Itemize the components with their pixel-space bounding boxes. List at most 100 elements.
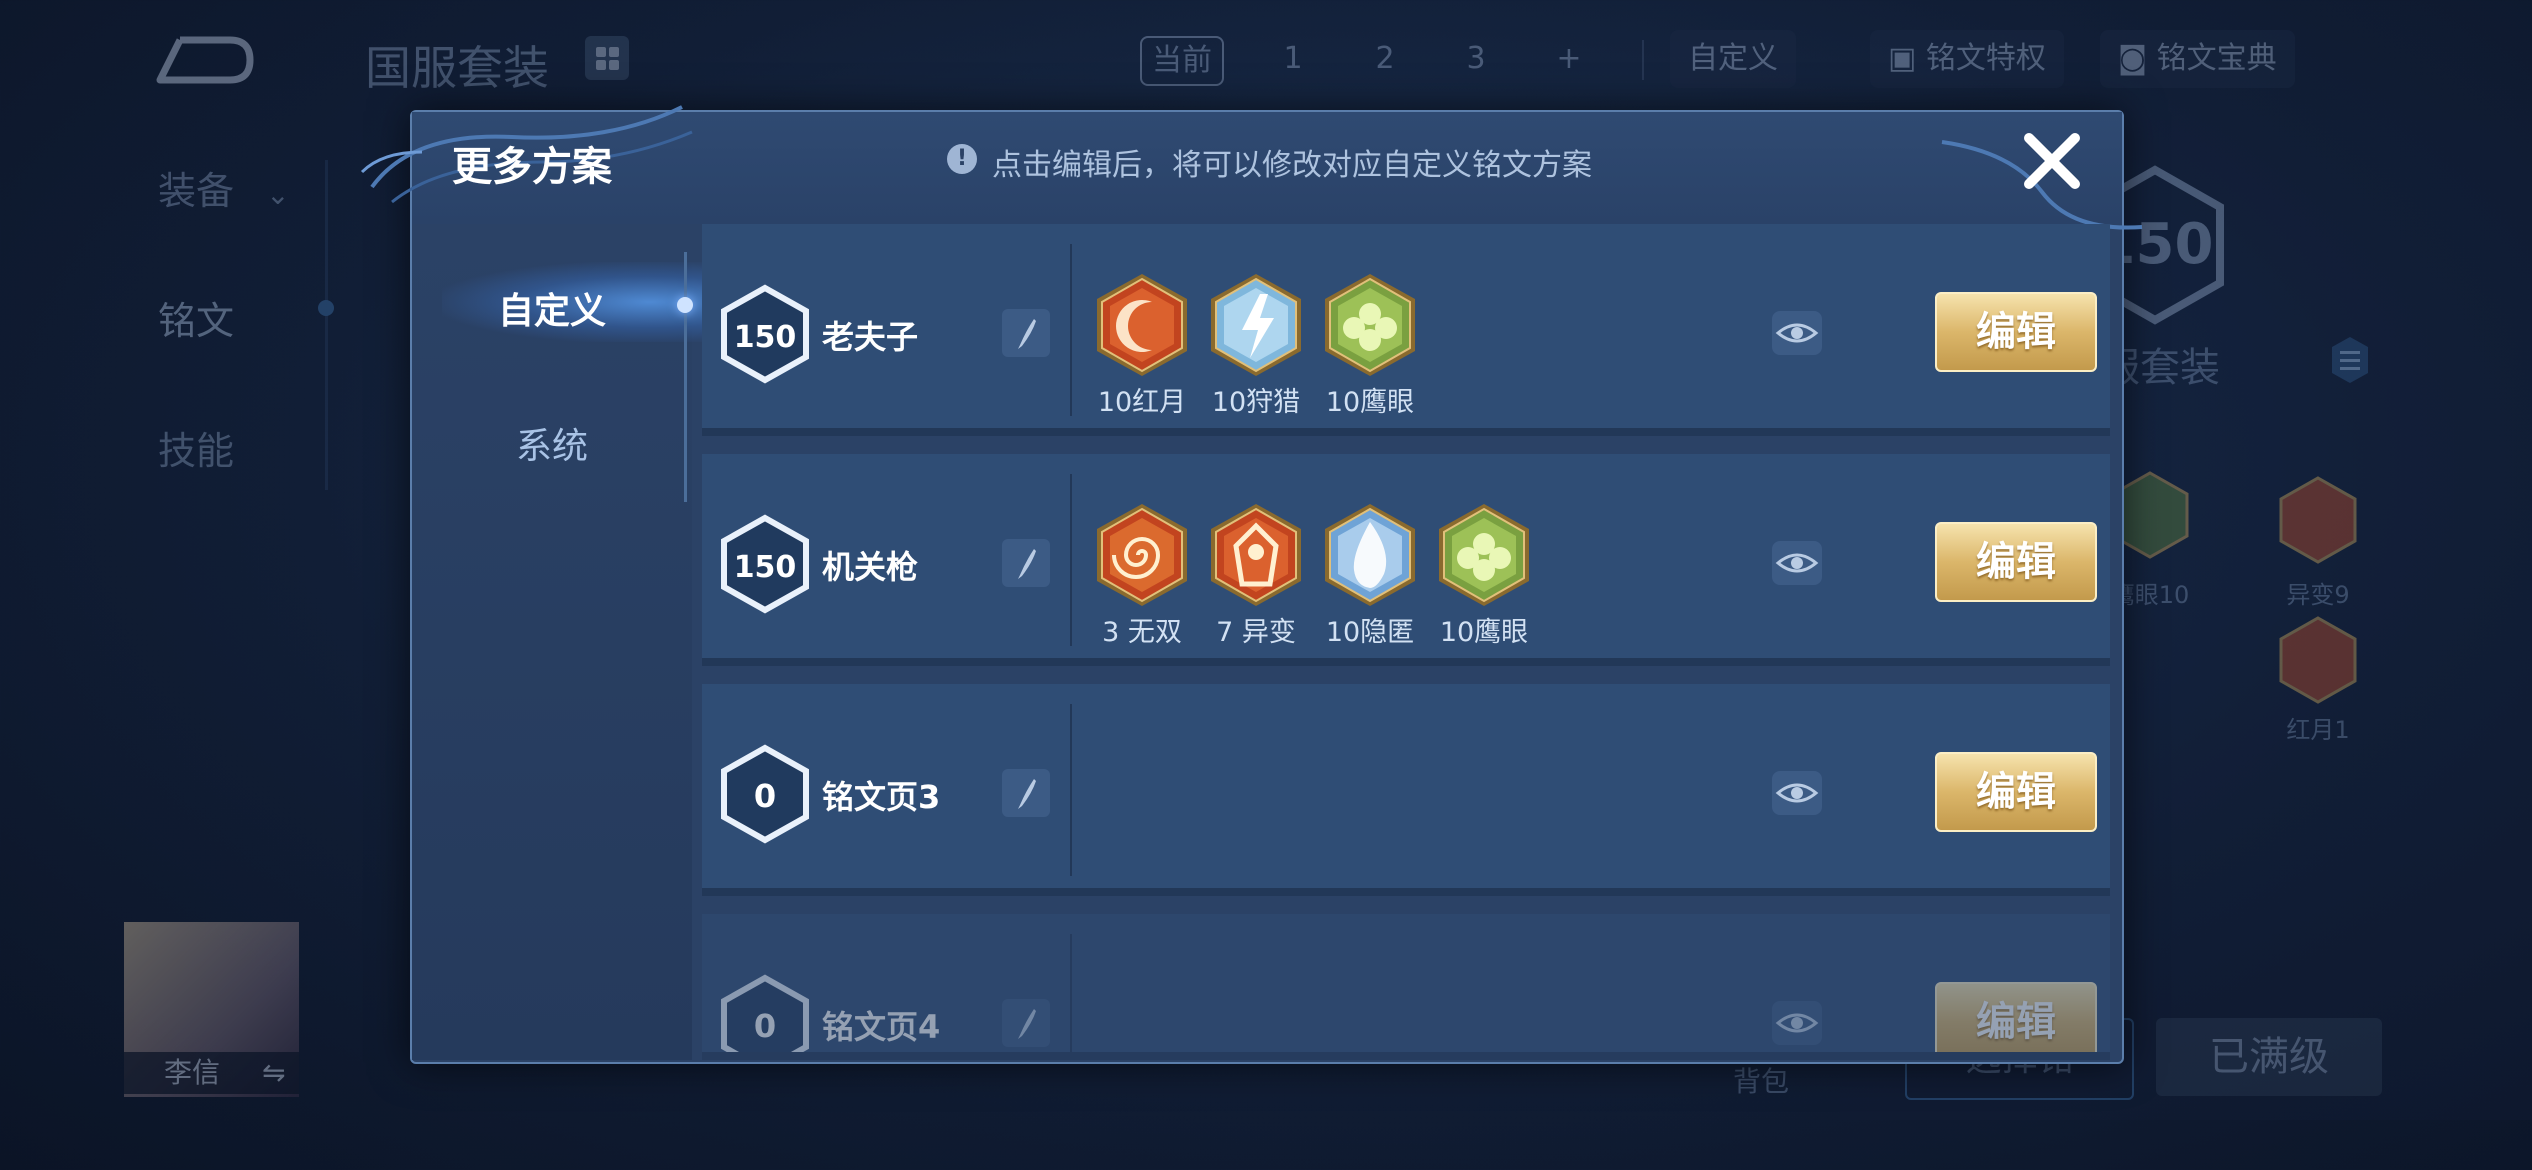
more-plans-modal: 更多方案 ! 点击编辑后，将可以修改对应自定义铭文方案 自定义 系统 150 老…	[360, 105, 2143, 1064]
preview-button[interactable]	[1772, 771, 1822, 815]
guide-button[interactable]: ◙ 铭文宝典	[2100, 30, 2295, 88]
rune-label: 10狩猎	[1211, 387, 1301, 418]
close-icon[interactable]	[2017, 126, 2087, 196]
row-divider	[1070, 474, 1072, 646]
stealth-rune-icon	[1325, 504, 1415, 606]
rename-button[interactable]	[1002, 769, 1050, 817]
info-icon: !	[947, 144, 977, 174]
gift-icon: ▣	[1888, 41, 1926, 76]
rune-label: 10鹰眼	[1439, 617, 1529, 648]
right-rune-label: 红月1	[2286, 716, 2350, 744]
tab-system-plans[interactable]: 系统	[412, 417, 692, 469]
tab-current[interactable]: 当前	[1140, 36, 1224, 86]
peerless-rune-icon	[1097, 504, 1187, 606]
rune-slot[interactable]: 7 异变	[1201, 502, 1311, 649]
edit-button[interactable]: 编辑	[1935, 292, 2097, 372]
plan-level: 150	[734, 550, 797, 585]
row-divider	[1070, 704, 1072, 876]
tab-custom-plans[interactable]: 自定义	[412, 282, 692, 334]
plan-row: 150 老夫子 10红月 10狩猎 10鹰眼 编辑	[702, 224, 2110, 436]
row-divider	[1070, 244, 1072, 416]
tab-divider	[1642, 40, 1644, 80]
tab-add[interactable]: +	[1546, 36, 1592, 82]
mutation-rune-icon	[1211, 504, 1301, 606]
tab-1[interactable]: 1	[1270, 36, 1316, 82]
modal-hint: 点击编辑后，将可以修改对应自定义铭文方案	[992, 148, 1592, 183]
eye-icon	[1775, 553, 1819, 573]
edit-button[interactable]: 编辑	[1935, 982, 2097, 1052]
preview-button[interactable]	[1772, 541, 1822, 585]
rename-button[interactable]	[1002, 999, 1050, 1047]
nav-active-dot	[318, 300, 334, 316]
modal-title: 更多方案	[452, 144, 612, 190]
preview-button[interactable]	[1772, 311, 1822, 355]
privilege-label: 铭文特权	[1925, 41, 2046, 76]
swap-icon[interactable]: ⇋	[262, 1052, 285, 1094]
back-arrow-icon[interactable]	[150, 30, 260, 90]
rename-button[interactable]	[1002, 309, 1050, 357]
plan-name: 老夫子	[822, 318, 919, 356]
eye-icon	[1775, 323, 1819, 343]
rune-slot[interactable]: 10隐匿	[1315, 502, 1425, 649]
guide-label: 铭文宝典	[2156, 41, 2277, 76]
hawk-eye-rune-icon	[1325, 274, 1415, 376]
red-moon-rune-icon	[1097, 274, 1187, 376]
max-level-button[interactable]: 已满级	[2156, 1018, 2382, 1096]
mutation-rune-icon	[2279, 476, 2357, 564]
rune-slot[interactable]: 3 无双	[1087, 502, 1197, 649]
rune-label: 7 异变	[1216, 617, 1296, 648]
rune-label: 10鹰眼	[1325, 387, 1415, 418]
pencil-icon	[1018, 319, 1036, 349]
tab-2[interactable]: 2	[1362, 36, 1408, 82]
level-hex-icon: 150	[721, 514, 809, 614]
plan-level: 0	[754, 777, 776, 815]
pencil-icon	[1018, 549, 1036, 579]
privilege-button[interactable]: ▣ 铭文特权	[1870, 30, 2064, 88]
hawk-eye-rune-icon	[1439, 504, 1529, 606]
eye-icon	[1775, 1013, 1819, 1033]
pencil-icon	[1018, 779, 1036, 809]
plan-name: 铭文页3	[822, 778, 941, 816]
level-hex-icon: 0	[721, 744, 809, 844]
nav-equipment-label: 装备	[158, 169, 235, 213]
level-hex-icon: 150	[721, 284, 809, 384]
plan-row: 0 铭文页4 编辑	[702, 914, 2110, 1060]
right-rune-label: 异变9	[2286, 581, 2350, 609]
book-icon: ◙	[2118, 41, 2157, 76]
tab-3[interactable]: 3	[1453, 36, 1499, 82]
rune-label: 10红月	[1097, 387, 1187, 418]
plan-name: 铭文页4	[822, 1008, 941, 1046]
page-title: 国服套装	[365, 41, 549, 95]
hunt-rune-icon	[1211, 274, 1301, 376]
level-hex-icon: 0	[721, 974, 809, 1052]
menu-icon[interactable]	[2330, 335, 2370, 385]
row-divider	[1070, 934, 1072, 1052]
rune-label: 3 无双	[1102, 617, 1182, 648]
tab-custom[interactable]: 自定义	[1670, 30, 1796, 88]
edit-button[interactable]: 编辑	[1935, 752, 2097, 832]
plan-name: 机关枪	[822, 548, 919, 586]
bag-label[interactable]: 背包	[1733, 1060, 1789, 1100]
rune-slot[interactable]: 10鹰眼	[1429, 502, 1539, 649]
nav-inscription[interactable]: 铭文	[158, 290, 234, 345]
edit-button[interactable]: 编辑	[1935, 522, 2097, 602]
rune-label: 10隐匿	[1325, 617, 1415, 648]
rename-button[interactable]	[1002, 539, 1050, 587]
nav-equipment[interactable]: 装备 ⌄	[158, 160, 290, 215]
grid-view-icon[interactable]	[585, 36, 629, 80]
chevron-down-icon: ⌄	[266, 178, 290, 211]
plan-level: 0	[754, 1007, 776, 1045]
preview-button[interactable]	[1772, 1001, 1822, 1045]
plan-level: 150	[734, 320, 797, 355]
plan-row: 150 机关枪 3 无双 7 异变 10隐匿 10鹰眼 编辑	[702, 454, 2110, 666]
plan-row: 0 铭文页3 编辑	[702, 684, 2110, 896]
red-moon-rune-icon	[2279, 616, 2357, 704]
eye-icon	[1775, 783, 1819, 803]
modal-side-panel	[412, 224, 692, 1060]
pencil-icon	[1018, 1009, 1036, 1039]
rune-slot[interactable]: 10鹰眼	[1315, 272, 1425, 419]
rune-slot[interactable]: 10红月	[1087, 272, 1197, 419]
rune-slot[interactable]: 10狩猎	[1201, 272, 1311, 419]
nav-skill[interactable]: 技能	[158, 420, 234, 475]
nav-divider	[325, 160, 328, 490]
